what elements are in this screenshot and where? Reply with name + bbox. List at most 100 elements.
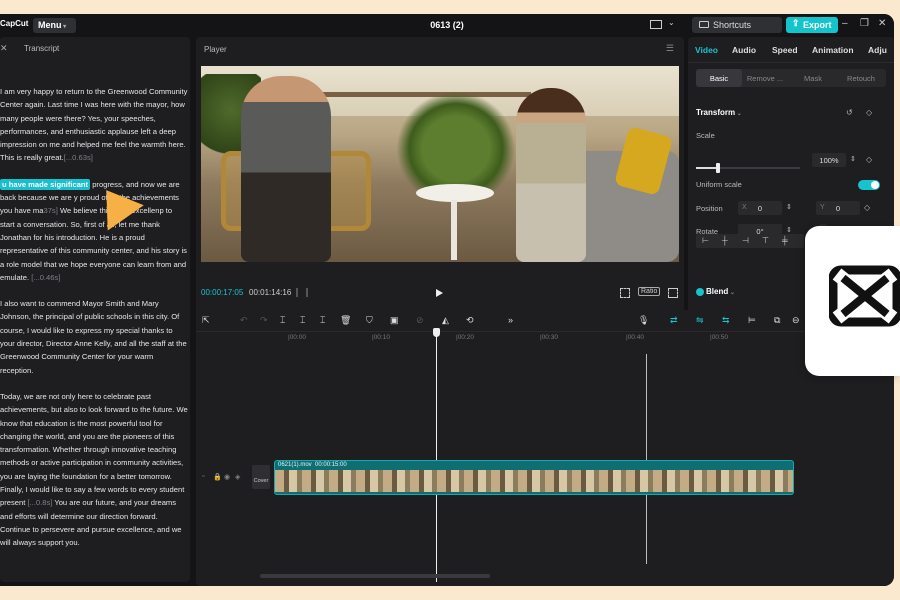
ratio-button[interactable]: Ratio: [638, 287, 661, 296]
align-middle-icon[interactable]: ╪: [782, 236, 788, 245]
transform-title[interactable]: Transform ⌄: [696, 108, 742, 117]
capcut-logo-icon: [829, 265, 900, 327]
pause-marker: [...0.63s]: [63, 153, 93, 163]
lock-icon[interactable]: 🔒: [213, 473, 222, 481]
transcript-sentence[interactable]: I also want to commend Mayor Smith and M…: [0, 299, 187, 374]
rotate-icon[interactable]: ⟲: [466, 315, 474, 326]
align-top-icon[interactable]: ⊤: [762, 236, 769, 245]
timeline-ruler[interactable]: |00:00 |00:10 |00:20 |00:30 |00:40 |00:5…: [196, 332, 894, 346]
ruler-tick: |00:00: [288, 334, 306, 341]
transcript-paragraph[interactable]: u have made significant progress, and no…: [0, 178, 188, 284]
fullscreen-icon[interactable]: [668, 288, 678, 298]
speaker-icon[interactable]: ◈: [235, 473, 240, 481]
magnet-icon[interactable]: ⇋: [696, 315, 704, 326]
delete-icon[interactable]: 🗑: [340, 315, 351, 326]
pause-marker: [...0.46s]: [31, 272, 61, 282]
crop-icon[interactable]: [620, 288, 630, 298]
tab-audio[interactable]: Audio: [732, 45, 756, 55]
scale-slider[interactable]: [696, 163, 800, 173]
transcript-paragraph[interactable]: I am very happy to return to the Greenwo…: [0, 85, 188, 165]
blend-label: Blend: [706, 287, 729, 296]
transcript-paragraph[interactable]: I also want to commend Mayor Smith and M…: [0, 297, 188, 377]
align-center-icon[interactable]: ┼: [722, 236, 728, 245]
highlighted-phrase[interactable]: u have made significant: [0, 178, 91, 190]
subtab-basic[interactable]: Basic: [696, 69, 742, 87]
video-scene: [396, 91, 516, 196]
zoom-out-icon[interactable]: ⊖: [792, 315, 800, 326]
tab-animation[interactable]: Animation: [812, 45, 854, 55]
subtab-retouch[interactable]: Retouch: [838, 69, 884, 87]
more-icon[interactable]: »: [508, 315, 513, 325]
chevron-down-icon[interactable]: ⌄: [668, 18, 675, 27]
freeze-icon[interactable]: ▣: [390, 315, 399, 326]
shield-icon[interactable]: ⛉: [366, 315, 373, 326]
video-clip[interactable]: 0621(1).mov 00:00:15:00: [274, 460, 794, 495]
position-y-value: 0: [835, 204, 841, 213]
clip-name: 0621(1).mov: [278, 462, 312, 468]
caption-icon[interactable]: ⧉: [774, 315, 780, 326]
split-right-icon[interactable]: ⌶: [320, 315, 325, 326]
scale-slider-handle[interactable]: [715, 163, 720, 173]
cover-label: Cover: [253, 478, 269, 484]
clip-duration: 00:00:15:00: [315, 462, 347, 468]
stepper-icon[interactable]: ⇕: [786, 203, 792, 211]
keyframe-icon[interactable]: ◇: [864, 203, 870, 212]
x-axis-label: X: [742, 204, 747, 211]
align-right-icon[interactable]: ⊣: [742, 236, 749, 245]
reverse-icon[interactable]: ⊘: [416, 315, 424, 326]
cover-button[interactable]: Cover: [252, 465, 270, 489]
link-clips-icon[interactable]: ⇆: [722, 315, 730, 326]
play-icon[interactable]: [436, 289, 443, 297]
blend-checkbox[interactable]: [696, 288, 704, 296]
shortcuts-button[interactable]: Shortcuts: [692, 17, 782, 33]
tab-video[interactable]: Video: [695, 45, 718, 55]
keyframe-icon[interactable]: ◇: [866, 108, 872, 117]
split-left-icon[interactable]: ⌶: [300, 315, 305, 326]
reset-icon[interactable]: ↺: [846, 108, 853, 117]
align-left-icon[interactable]: ⊢: [702, 236, 709, 245]
track-hide-icon[interactable]: ▫: [202, 473, 204, 480]
player-controls: 00:00:17:05 00:01:14:16 Ratio: [196, 282, 684, 304]
grid-icon[interactable]: [296, 288, 308, 297]
uniform-scale-toggle[interactable]: [858, 180, 880, 190]
export-button[interactable]: ⇪ Export: [786, 17, 838, 33]
video-preview[interactable]: [201, 66, 679, 262]
maximize-icon[interactable]: ❐: [860, 18, 869, 29]
position-x-input[interactable]: X0: [738, 201, 782, 215]
transcript-sentence[interactable]: Today, we are not only here to celebrate…: [0, 392, 188, 481]
close-window-icon[interactable]: ✕: [878, 18, 886, 29]
minimize-icon[interactable]: –: [842, 18, 848, 29]
split-icon[interactable]: ⌶: [280, 315, 285, 326]
undo-icon[interactable]: ↶: [240, 315, 248, 326]
hover-cursor-line: [646, 354, 647, 564]
transcript-text[interactable]: I am very happy to return to the Greenwo…: [0, 85, 188, 550]
tab-speed[interactable]: Speed: [772, 45, 798, 55]
close-icon[interactable]: ✕: [0, 43, 8, 54]
y-axis-label: Y: [820, 204, 825, 211]
link-main-track-icon[interactable]: ⇄: [670, 315, 678, 326]
position-y-input[interactable]: Y0: [816, 201, 860, 215]
export-label: Export: [803, 20, 832, 30]
microphone-icon[interactable]: 🎙: [638, 315, 649, 326]
transcript-sentence[interactable]: I am very happy to return to the Greenwo…: [0, 87, 187, 162]
timeline-scrollbar[interactable]: [260, 574, 490, 578]
stepper-icon[interactable]: ⇕: [850, 155, 856, 163]
menu-icon[interactable]: ☰: [666, 43, 674, 54]
layout-icon[interactable]: [650, 20, 662, 29]
blend-title[interactable]: Blend ⌄: [706, 287, 735, 296]
tab-adjust[interactable]: Adju: [868, 45, 887, 55]
total-time: 00:01:14:16: [249, 288, 292, 297]
mirror-icon[interactable]: ◭: [442, 315, 449, 326]
keyframe-icon[interactable]: ◇: [866, 155, 872, 164]
transcript-sentence[interactable]: p to start a conversation. So, first of …: [0, 206, 187, 281]
redo-icon[interactable]: ↷: [260, 315, 268, 326]
scale-input[interactable]: 100%: [812, 153, 846, 167]
playhead[interactable]: [436, 330, 437, 582]
eye-icon[interactable]: ◉: [224, 473, 230, 481]
preview-axis-icon[interactable]: ⊨: [748, 315, 756, 326]
subtab-remove[interactable]: Remove ...: [742, 69, 788, 87]
transcript-paragraph[interactable]: Today, we are not only here to celebrate…: [0, 390, 188, 550]
stepper-icon[interactable]: ⇕: [786, 226, 792, 234]
subtab-mask[interactable]: Mask: [790, 69, 836, 87]
select-pointer-icon[interactable]: ⇱: [202, 315, 210, 326]
